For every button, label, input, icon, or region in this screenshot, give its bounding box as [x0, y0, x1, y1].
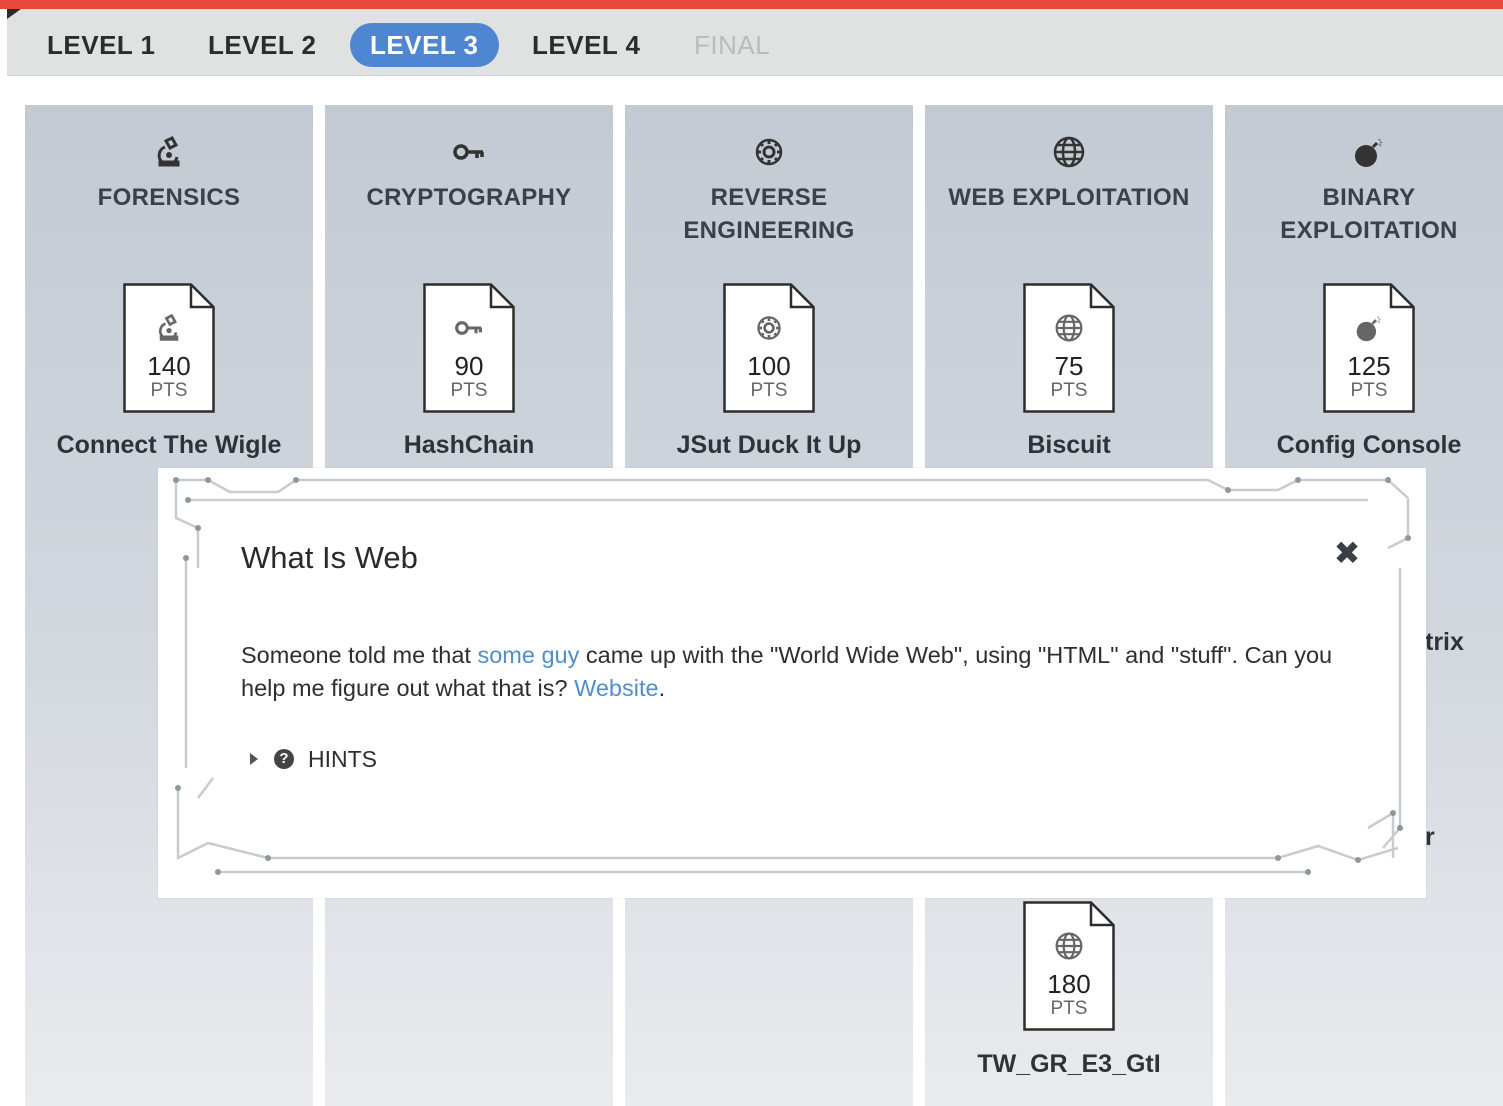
tab-level-3[interactable]: LEVEL 3	[350, 23, 499, 67]
points-unit: PTS	[1050, 380, 1088, 401]
challenge-name[interactable]: Config Console	[1205, 431, 1503, 460]
points-value: 180	[1047, 969, 1091, 999]
challenge-card[interactable]: 140 PTS	[123, 283, 215, 413]
points-value: 140	[147, 351, 191, 381]
tab-level-4[interactable]: LEVEL 4	[512, 23, 661, 67]
challenge-name[interactable]: JSut Duck It Up	[605, 431, 933, 460]
top-accent-bar	[0, 0, 1503, 9]
globe-icon	[925, 135, 1213, 175]
question-circle-icon: ?	[274, 748, 294, 769]
challenge-name[interactable]: HashChain	[305, 431, 633, 460]
close-icon[interactable]: ✖	[1330, 536, 1364, 570]
globe-icon	[1023, 313, 1115, 349]
corner-mark	[7, 9, 21, 19]
partially-hidden-challenge-name[interactable]: trix	[1425, 628, 1464, 657]
description-text: Someone told me that	[241, 642, 478, 668]
some-guy-link[interactable]: some guy	[477, 642, 579, 668]
bomb-icon	[1225, 135, 1503, 175]
challenge-card[interactable]: 125 PTS	[1323, 283, 1415, 413]
challenge-description: Someone told me that some guy came up wi…	[241, 639, 1351, 705]
caret-right-icon	[250, 752, 258, 765]
challenge-card[interactable]: 75 PTS	[1023, 283, 1115, 413]
points-value: 90	[454, 351, 484, 381]
category-title: WEB EXPLOITATION	[948, 184, 1190, 211]
challenge-card[interactable]: 180 PTS	[1023, 901, 1115, 1031]
partially-hidden-challenge-name[interactable]: r	[1425, 823, 1435, 852]
bomb-icon	[1323, 313, 1415, 349]
points-unit: PTS	[1350, 380, 1388, 401]
points-unit: PTS	[1050, 998, 1088, 1019]
tab-final: FINAL	[694, 30, 771, 60]
challenge-name[interactable]: TW_GR_E3_GtI	[905, 1050, 1233, 1079]
microscope-icon	[25, 135, 313, 175]
challenge-card[interactable]: 100 PTS	[723, 283, 815, 413]
category-title: BINARY EXPLOITATION	[1280, 184, 1458, 244]
challenge-card[interactable]: 90 PTS	[423, 283, 515, 413]
points-unit: PTS	[750, 380, 788, 401]
modal-title: What Is Web	[241, 540, 418, 575]
description-text: .	[658, 675, 666, 701]
key-icon	[423, 313, 515, 349]
tab-level-1[interactable]: LEVEL 1	[27, 23, 176, 67]
points-unit: PTS	[450, 380, 488, 401]
points-value: 125	[1347, 351, 1391, 381]
hints-toggle[interactable]: ? HINTS	[250, 740, 377, 774]
gear-icon	[723, 313, 815, 349]
microscope-icon	[123, 313, 215, 349]
level-nav: LEVEL 1 LEVEL 2 LEVEL 3 LEVEL 4 FINAL	[7, 9, 1503, 76]
key-icon	[325, 135, 613, 175]
ctf-dashboard: LEVEL 1 LEVEL 2 LEVEL 3 LEVEL 4 FINAL FO…	[0, 0, 1503, 1106]
category-title: FORENSICS	[97, 184, 241, 211]
category-title: CRYPTOGRAPHY	[366, 184, 572, 211]
tab-level-2[interactable]: LEVEL 2	[188, 23, 337, 67]
gear-icon	[625, 135, 913, 175]
challenge-name[interactable]: Connect The Wigle	[5, 431, 333, 460]
challenge-modal: What Is Web ✖ Someone told me that some …	[158, 468, 1426, 898]
points-unit: PTS	[150, 380, 188, 401]
points-value: 100	[747, 351, 791, 381]
category-title: REVERSE ENGINEERING	[683, 184, 855, 244]
challenge-name[interactable]: Biscuit	[905, 431, 1233, 460]
globe-icon	[1023, 931, 1115, 967]
hints-label: HINTS	[308, 745, 377, 772]
points-value: 75	[1054, 351, 1084, 381]
website-link[interactable]: Website	[574, 675, 658, 701]
